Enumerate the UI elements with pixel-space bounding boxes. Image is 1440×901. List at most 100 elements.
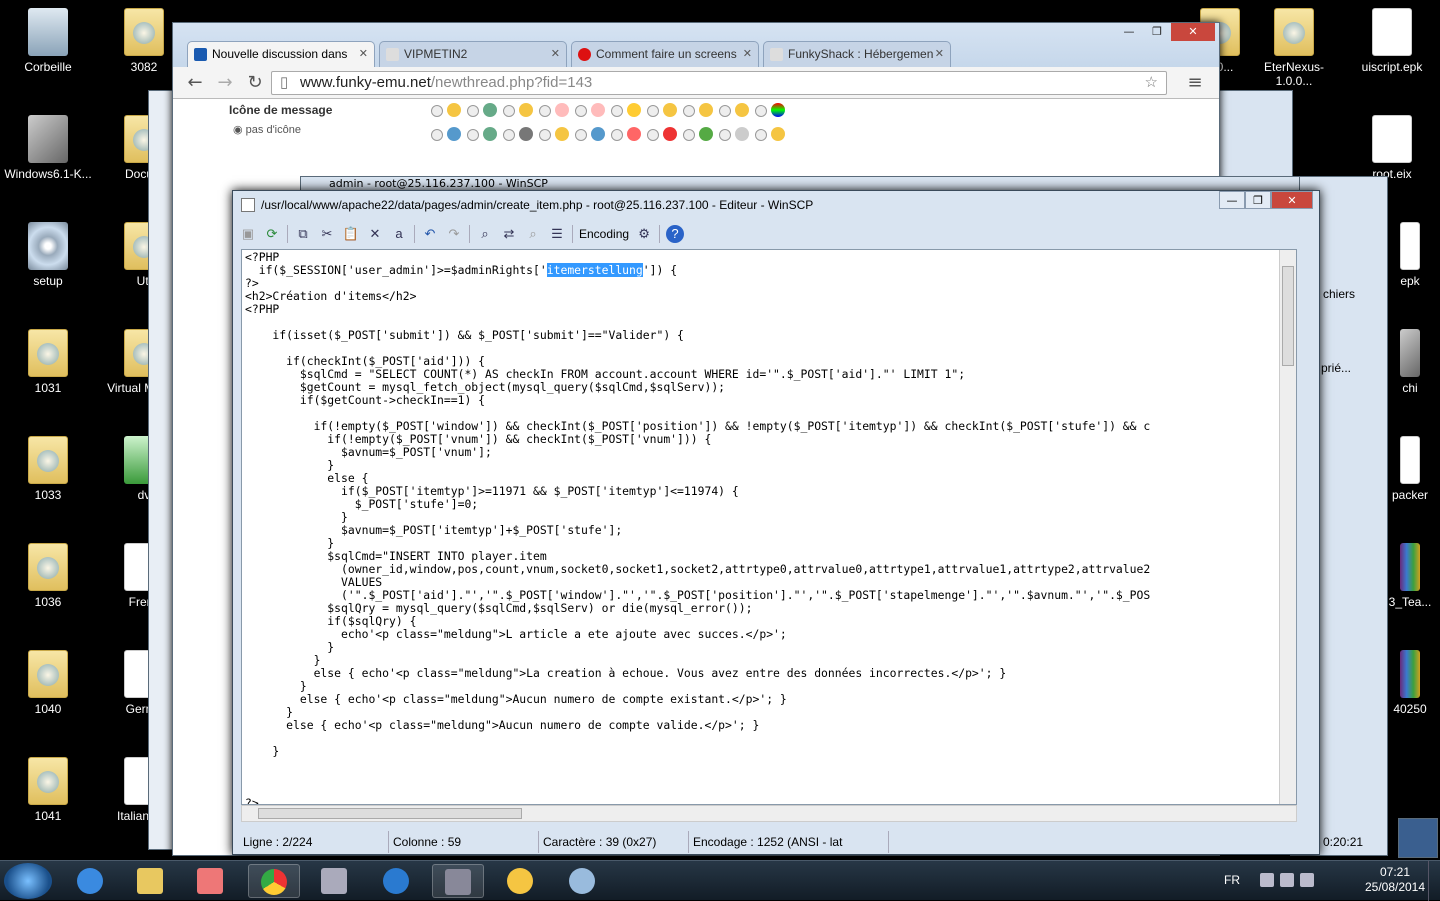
flag-icon[interactable]: [1280, 873, 1294, 887]
taskbar-app-yellow[interactable]: [494, 864, 546, 898]
code-line[interactable]: (owner_id,window,pos,count,vnum,socket0,…: [245, 563, 1293, 576]
code-editor[interactable]: <?PHP if($_SESSION['user_admin']>=$admin…: [241, 249, 1297, 805]
code-line[interactable]: <h2>Création d'items</h2>: [245, 290, 1293, 303]
help-icon[interactable]: ?: [666, 225, 685, 243]
volume-icon[interactable]: [1300, 873, 1314, 887]
cut-icon[interactable]: ✂: [318, 225, 336, 243]
taskbar-winscp[interactable]: [432, 864, 484, 898]
tab-close-icon[interactable]: ✕: [359, 42, 368, 66]
tab-funky-emu[interactable]: Nouvelle discussion dans ✕: [187, 41, 375, 67]
desktop-icon-chi[interactable]: chi: [1380, 329, 1440, 395]
taskbar-explorer[interactable]: [124, 864, 176, 898]
vertical-scrollbar[interactable]: [1279, 250, 1296, 804]
language-indicator[interactable]: FR: [1224, 873, 1240, 887]
desktop-icon-eternexus[interactable]: EterNexus-1.0.0...: [1246, 8, 1342, 88]
code-line[interactable]: [245, 732, 1293, 745]
tab-vipmetin2[interactable]: VIPMETIN2 ✕: [379, 41, 567, 67]
code-line[interactable]: echo'<p class="meldung">L article a ete …: [245, 628, 1293, 641]
desktop-icon-tea[interactable]: 3_Tea...: [1380, 543, 1440, 609]
desktop-icon-packer[interactable]: packer: [1380, 436, 1440, 502]
address-bar[interactable]: ▯ www.funky-emu.net/newthread.php?fid=14…: [271, 71, 1167, 95]
scroll-thumb[interactable]: [1282, 266, 1294, 366]
encoding-button[interactable]: Encoding: [579, 227, 629, 241]
desktop-icon-root-eix[interactable]: root.eix: [1344, 115, 1440, 181]
paste-icon[interactable]: 📋: [342, 225, 360, 243]
find-icon[interactable]: ⌕: [476, 225, 494, 243]
restore-icon[interactable]: ❐: [1245, 191, 1271, 209]
back-arrow-icon[interactable]: ←: [183, 71, 207, 95]
desktop-icon-windows-update[interactable]: Windows6.1-K...: [0, 115, 96, 181]
code-line[interactable]: [245, 758, 1293, 771]
code-line[interactable]: else { echo'<p class="meldung">La creati…: [245, 667, 1293, 680]
code-line[interactable]: if($_SESSION['user_admin']>=$adminRights…: [245, 263, 1293, 277]
delete-icon[interactable]: ✕: [366, 225, 384, 243]
desktop-icon-folder-1036[interactable]: 1036: [0, 543, 96, 609]
code-line[interactable]: ?>: [245, 797, 1293, 805]
desktop-icon-folder-1041[interactable]: 1041: [0, 757, 96, 823]
scroll-thumb[interactable]: [258, 808, 522, 819]
desktop-icon-folder-1040[interactable]: 1040: [0, 650, 96, 716]
tab-close-icon[interactable]: ✕: [551, 42, 560, 66]
tab-funkyshack[interactable]: FunkyShack : Hébergemen ✕: [763, 41, 951, 67]
code-line[interactable]: <?PHP: [245, 303, 1293, 316]
code-line[interactable]: $avnum=$_POST['itemtyp']+$_POST['stufe']…: [245, 524, 1293, 537]
code-line[interactable]: }: [245, 459, 1293, 472]
bookmark-star-icon[interactable]: ☆: [1145, 72, 1158, 94]
taskbar-media[interactable]: [184, 864, 236, 898]
menu-icon[interactable]: ≡: [1183, 71, 1207, 95]
code-line[interactable]: if(isset($_POST['submit']) && $_POST['su…: [245, 329, 1293, 342]
close-icon[interactable]: ✕: [1271, 191, 1313, 209]
tab-close-icon[interactable]: ✕: [743, 42, 752, 66]
code-line[interactable]: }: [245, 641, 1293, 654]
desktop-icon-setup[interactable]: setup: [0, 222, 96, 288]
code-line[interactable]: $avnum=$_POST['vnum'];: [245, 446, 1293, 459]
horizontal-scrollbar[interactable]: [241, 805, 1297, 822]
code-line[interactable]: $_POST['stufe']=0;: [245, 498, 1293, 511]
code-line[interactable]: else { echo'<p class="meldung">Aucun num…: [245, 719, 1293, 732]
no-icon-option[interactable]: ◉ pas d'icône: [233, 123, 301, 136]
goto-line-icon[interactable]: ☰: [548, 225, 566, 243]
code-line[interactable]: [245, 784, 1293, 797]
desktop-icon-epk[interactable]: epk: [1380, 222, 1440, 288]
code-text[interactable]: <?PHP if($_SESSION['user_admin']>=$admin…: [242, 250, 1296, 805]
desktop-icon-40250[interactable]: 40250: [1380, 650, 1440, 716]
settings-gear-icon[interactable]: ⚙: [635, 225, 653, 243]
code-line[interactable]: }: [245, 745, 1293, 758]
taskbar-ie[interactable]: [64, 864, 116, 898]
close-icon[interactable]: ✕: [1171, 23, 1215, 41]
code-line[interactable]: if($getCount->checkIn==1) {: [245, 394, 1293, 407]
taskbar-chrome[interactable]: [248, 864, 300, 898]
minimize-icon[interactable]: —: [1219, 191, 1245, 209]
desktop-icon-folder-1031[interactable]: 1031: [0, 329, 96, 395]
select-all-icon[interactable]: a: [390, 225, 408, 243]
save-icon[interactable]: ▣: [239, 225, 257, 243]
replace-icon[interactable]: ⇄: [500, 225, 518, 243]
forward-arrow-icon[interactable]: →: [213, 71, 237, 95]
desktop-icon-folder-1033[interactable]: 1033: [0, 436, 96, 502]
code-line[interactable]: else { echo'<p class="meldung">Aucun num…: [245, 693, 1293, 706]
radio-icon[interactable]: ◉: [233, 124, 243, 136]
winscp-editor-window[interactable]: /usr/local/www/apache22/data/pages/admin…: [232, 190, 1320, 855]
copy-icon[interactable]: ⧉: [294, 225, 312, 243]
maximize-icon[interactable]: ❐: [1143, 23, 1171, 41]
desktop-icon-uiscript[interactable]: uiscript.epk: [1344, 8, 1440, 74]
taskbar-computer[interactable]: [308, 864, 360, 898]
tab-comment-screen[interactable]: Comment faire un screens ✕: [571, 41, 759, 67]
message-icon-picker[interactable]: [431, 103, 831, 151]
minimize-icon[interactable]: —: [1115, 23, 1143, 41]
taskbar-app-blue[interactable]: [370, 864, 422, 898]
clock[interactable]: 07:21 25/08/2014: [1360, 865, 1430, 895]
reload-icon[interactable]: ↻: [243, 71, 267, 95]
network-icon[interactable]: [1260, 873, 1274, 887]
tab-close-icon[interactable]: ✕: [935, 42, 944, 66]
find-next-icon[interactable]: ⌕: [524, 225, 542, 243]
download-arrow-icon[interactable]: [1398, 818, 1438, 858]
redo-icon[interactable]: ↷: [445, 225, 463, 243]
start-button[interactable]: [4, 863, 52, 899]
show-desktop-button[interactable]: [1428, 861, 1440, 901]
desktop-icon-recycle-bin[interactable]: Corbeille: [0, 8, 96, 74]
selected-text[interactable]: itemerstellung: [546, 263, 643, 277]
refresh-icon[interactable]: ⟳: [263, 225, 281, 243]
code-line[interactable]: [245, 771, 1293, 784]
undo-icon[interactable]: ↶: [421, 225, 439, 243]
